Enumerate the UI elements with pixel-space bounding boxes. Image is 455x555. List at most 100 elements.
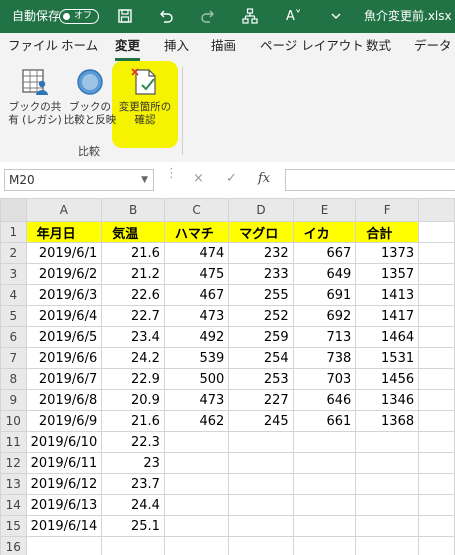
cell[interactable]: 2019/6/11 bbox=[25, 452, 103, 474]
row-header[interactable]: 16 bbox=[0, 536, 27, 555]
cell[interactable]: 473 bbox=[163, 305, 230, 327]
cell[interactable] bbox=[418, 305, 455, 327]
formula-input[interactable] bbox=[285, 169, 455, 191]
cell[interactable] bbox=[163, 431, 230, 453]
cell[interactable]: 2019/6/9 bbox=[25, 410, 103, 432]
cell[interactable]: 500 bbox=[163, 368, 230, 390]
row-header[interactable]: 2 bbox=[0, 242, 27, 264]
cell[interactable] bbox=[418, 473, 455, 495]
header-cell[interactable]: 年月日 bbox=[25, 221, 103, 243]
cell[interactable]: 2019/6/10 bbox=[25, 431, 103, 453]
cell[interactable]: 1417 bbox=[355, 305, 420, 327]
cell[interactable]: 1368 bbox=[355, 410, 420, 432]
cell[interactable] bbox=[101, 536, 165, 555]
header-cell[interactable]: 合計 bbox=[355, 221, 420, 243]
name-box-dropdown-icon[interactable]: ▼ bbox=[141, 170, 148, 190]
cell[interactable]: 1346 bbox=[355, 389, 420, 411]
cell[interactable] bbox=[355, 515, 420, 537]
cell[interactable]: 255 bbox=[228, 284, 294, 306]
cell[interactable]: 1464 bbox=[355, 326, 420, 348]
row-header[interactable]: 11 bbox=[0, 431, 27, 453]
cell[interactable] bbox=[418, 347, 455, 369]
row-header[interactable]: 10 bbox=[0, 410, 27, 432]
name-box[interactable]: M20 ▼ bbox=[4, 169, 154, 191]
cell[interactable]: 738 bbox=[292, 347, 357, 369]
row-header[interactable]: 13 bbox=[0, 473, 27, 495]
cell[interactable]: 1413 bbox=[355, 284, 420, 306]
column-header[interactable]: B bbox=[101, 198, 165, 222]
cell[interactable]: 1531 bbox=[355, 347, 420, 369]
cell[interactable] bbox=[163, 473, 230, 495]
column-header[interactable]: A bbox=[25, 198, 103, 222]
cell[interactable]: 475 bbox=[163, 263, 230, 285]
row-header[interactable]: 15 bbox=[0, 515, 27, 537]
column-header[interactable]: F bbox=[355, 198, 420, 222]
cell[interactable]: 2019/6/12 bbox=[25, 473, 103, 495]
cell[interactable]: 22.7 bbox=[101, 305, 165, 327]
cell[interactable]: 2019/6/14 bbox=[25, 515, 103, 537]
cell[interactable]: 2019/6/13 bbox=[25, 494, 103, 516]
cell[interactable]: 692 bbox=[292, 305, 357, 327]
cell[interactable]: 2019/6/4 bbox=[25, 305, 103, 327]
tab-page-layout[interactable]: ページ レイアウト bbox=[260, 33, 364, 61]
cell[interactable]: 22.9 bbox=[101, 368, 165, 390]
cell[interactable] bbox=[292, 536, 357, 555]
cell[interactable]: 492 bbox=[163, 326, 230, 348]
cell[interactable] bbox=[418, 452, 455, 474]
cell[interactable]: 253 bbox=[228, 368, 294, 390]
cell[interactable] bbox=[355, 494, 420, 516]
row-header[interactable]: 12 bbox=[0, 452, 27, 474]
cell[interactable] bbox=[228, 473, 294, 495]
cell[interactable]: 245 bbox=[228, 410, 294, 432]
insert-function-icon[interactable]: fx bbox=[258, 171, 270, 186]
cell[interactable] bbox=[418, 410, 455, 432]
redo-icon[interactable] bbox=[200, 8, 216, 24]
cell[interactable]: 23 bbox=[101, 452, 165, 474]
cell[interactable]: 691 bbox=[292, 284, 357, 306]
cell[interactable]: 1357 bbox=[355, 263, 420, 285]
tab-review[interactable]: 変更 bbox=[115, 33, 141, 61]
row-header[interactable]: 4 bbox=[0, 284, 27, 306]
cell[interactable] bbox=[355, 452, 420, 474]
header-cell[interactable]: イカ bbox=[292, 221, 357, 243]
column-header[interactable]: D bbox=[228, 198, 294, 222]
header-cell[interactable]: ハマチ bbox=[163, 221, 230, 243]
cell[interactable]: 474 bbox=[163, 242, 230, 264]
cell[interactable] bbox=[418, 494, 455, 516]
cell[interactable]: 667 bbox=[292, 242, 357, 264]
cell[interactable] bbox=[228, 536, 294, 555]
cell[interactable] bbox=[292, 431, 357, 453]
row-header[interactable]: 7 bbox=[0, 347, 27, 369]
row-header[interactable]: 8 bbox=[0, 368, 27, 390]
cell[interactable]: 21.6 bbox=[101, 410, 165, 432]
cell[interactable]: 22.3 bbox=[101, 431, 165, 453]
cell[interactable] bbox=[418, 326, 455, 348]
cell[interactable] bbox=[228, 494, 294, 516]
row-header[interactable]: 6 bbox=[0, 326, 27, 348]
tab-home[interactable]: ホーム bbox=[61, 33, 98, 61]
cell[interactable]: 24.4 bbox=[101, 494, 165, 516]
cell[interactable]: 539 bbox=[163, 347, 230, 369]
column-header[interactable]: E bbox=[292, 198, 357, 222]
cell[interactable] bbox=[25, 536, 103, 555]
cell[interactable]: 703 bbox=[292, 368, 357, 390]
header-cell[interactable]: 気温 bbox=[101, 221, 165, 243]
autosave-toggle[interactable]: オフ bbox=[59, 9, 99, 24]
cell[interactable]: 2019/6/8 bbox=[25, 389, 103, 411]
cell[interactable]: 20.9 bbox=[101, 389, 165, 411]
cell[interactable]: 2019/6/3 bbox=[25, 284, 103, 306]
enter-icon[interactable]: ✓ bbox=[226, 171, 237, 186]
cell[interactable]: 2019/6/7 bbox=[25, 368, 103, 390]
cell[interactable]: 1373 bbox=[355, 242, 420, 264]
cell[interactable] bbox=[163, 515, 230, 537]
undo-icon[interactable] bbox=[158, 8, 174, 24]
cell[interactable]: 2019/6/1 bbox=[25, 242, 103, 264]
cell[interactable]: 2019/6/2 bbox=[25, 263, 103, 285]
cell[interactable]: 252 bbox=[228, 305, 294, 327]
tab-insert[interactable]: 挿入 bbox=[164, 33, 189, 61]
cell[interactable] bbox=[418, 368, 455, 390]
cell[interactable] bbox=[418, 536, 455, 555]
cell[interactable]: 1456 bbox=[355, 368, 420, 390]
cell[interactable]: 254 bbox=[228, 347, 294, 369]
cell[interactable]: 23.7 bbox=[101, 473, 165, 495]
